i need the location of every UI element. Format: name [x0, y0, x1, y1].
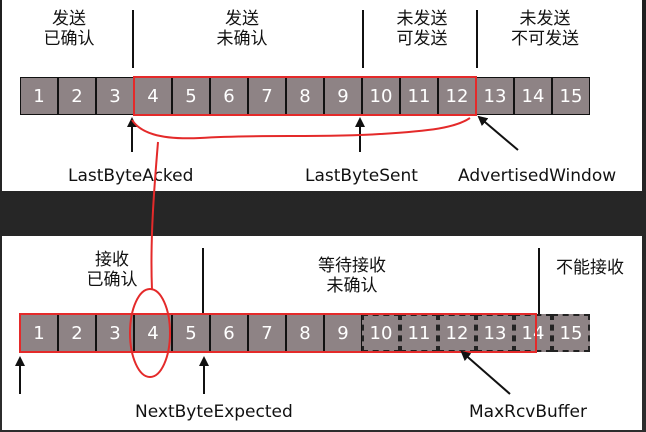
header-sent-unacked: 发送 未确认	[216, 9, 268, 50]
top-divider-2	[362, 10, 364, 68]
top-divider-1	[132, 10, 134, 68]
label-last-byte-acked: LastByteAcked	[68, 166, 194, 186]
bottom-divider-1	[202, 248, 204, 318]
sender-byte-cell: 15	[552, 77, 590, 115]
sender-byte-cell: 8	[286, 77, 324, 115]
header-unsent-unsendable: 未发送 不可发送	[511, 9, 579, 50]
sender-byte-cell: 10	[362, 77, 400, 115]
sender-byte-cell: 13	[476, 77, 514, 115]
sender-byte-cell: 3	[96, 77, 134, 115]
receiver-byte-cell: 3	[96, 314, 134, 352]
sender-window-panel: 发送 已确认 发送 未确认 未发送 可发送 未发送 不可发送 1 2 3 4 5…	[2, 0, 642, 191]
receiver-byte-cell: 6	[210, 314, 248, 352]
sender-byte-cell: 2	[58, 77, 96, 115]
header-unsent-sendable: 未发送 可发送	[396, 9, 448, 50]
label-last-byte-sent: LastByteSent	[305, 166, 418, 186]
receiver-byte-cell: 11	[400, 314, 438, 352]
label-max-rcv-buffer: MaxRcvBuffer	[469, 402, 587, 422]
label-advertised-window: AdvertisedWindow	[458, 166, 617, 186]
receiver-byte-cell: 1	[20, 314, 58, 352]
sender-byte-cell: 7	[248, 77, 286, 115]
tcp-window-diagram: 发送 已确认 发送 未确认 未发送 可发送 未发送 不可发送 1 2 3 4 5…	[0, 0, 646, 432]
bottom-divider-2	[538, 248, 540, 318]
sender-byte-cell: 12	[438, 77, 476, 115]
receiver-byte-cell: 12	[438, 314, 476, 352]
receiver-byte-cell: 13	[476, 314, 514, 352]
receiver-window-panel: 接收 已确认 等待接收 未确认 不能接收 1 2 3 4 5 6 7 8 9 1…	[2, 236, 642, 430]
sender-byte-cell: 6	[210, 77, 248, 115]
sender-byte-cell: 4	[134, 77, 172, 115]
sender-byte-cell: 1	[20, 77, 58, 115]
label-next-byte-expected: NextByteExpected	[135, 402, 293, 422]
sender-byte-cell: 9	[324, 77, 362, 115]
receiver-byte-cell: 8	[286, 314, 324, 352]
receiver-byte-cell: 15	[552, 314, 590, 352]
header-sent-acked: 发送 已确认	[43, 9, 95, 50]
top-divider-3	[476, 10, 478, 68]
header-received-acked: 接收 已确认	[86, 250, 138, 291]
sender-byte-cell: 11	[400, 77, 438, 115]
sender-byte-cell: 14	[514, 77, 552, 115]
receiver-byte-cell: 9	[324, 314, 362, 352]
header-cannot-receive: 不能接收	[556, 258, 624, 278]
receiver-byte-cell: 5	[172, 314, 210, 352]
receiver-byte-cell: 7	[248, 314, 286, 352]
sender-byte-cell: 5	[172, 77, 210, 115]
header-awaiting-unacked: 等待接收 未确认	[318, 256, 386, 297]
receiver-byte-cell: 4	[134, 314, 172, 352]
receiver-byte-cell: 2	[58, 314, 96, 352]
receiver-byte-cell: 14	[514, 314, 552, 352]
receiver-byte-cell: 10	[362, 314, 400, 352]
